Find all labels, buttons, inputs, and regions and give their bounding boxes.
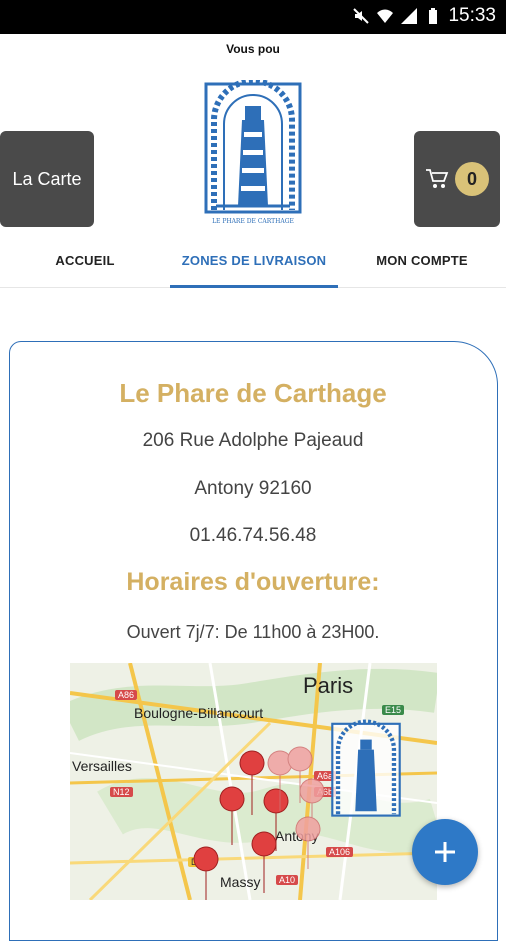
phone-line[interactable]: 01.46.74.56.48: [0, 525, 506, 547]
menu-card-button[interactable]: La Carte: [0, 131, 94, 227]
hours-line: Ouvert 7j/7: De 11h00 à 23H00.: [126, 622, 380, 642]
logo-text: LE PHARE DE CARTHAGE: [212, 218, 294, 225]
tab-zones-de-livraison[interactable]: ZONES DE LIVRAISON: [170, 232, 338, 288]
wifi-icon: [377, 9, 394, 23]
cart-count-badge: 0: [455, 162, 489, 196]
restaurant-name: Le Phare de Carthage: [119, 378, 387, 408]
mute-icon: [353, 8, 370, 24]
city-line: Antony 92160: [194, 478, 312, 499]
add-fab-button[interactable]: [412, 819, 478, 885]
plus-icon: [435, 842, 455, 862]
map-pins: [193, 746, 325, 900]
status-bar: 15:33: [0, 0, 506, 34]
status-icons: 15:33: [352, 5, 496, 27]
cart-icon: [426, 169, 449, 188]
cart-button[interactable]: 0: [414, 131, 500, 227]
hours-title: Horaires d'ouverture:: [126, 568, 380, 596]
map-pin-faded: [295, 816, 321, 870]
status-time: 15:33: [448, 5, 496, 26]
delivery-map[interactable]: Paris Boulogne-Billancourt Versailles An…: [70, 663, 437, 900]
announcement-ticker: Vous pou: [226, 42, 280, 56]
restaurant-logo: LE PHARE DE CARTHAGE: [204, 80, 302, 225]
tab-bar: ACCUEIL ZONES DE LIVRAISON MON COMPTE: [0, 232, 506, 288]
menu-card-label: La Carte: [12, 168, 82, 189]
address-line: 206 Rue Adolphe Pajeaud: [142, 430, 364, 451]
battery-icon: [429, 8, 438, 24]
tab-mon-compte[interactable]: MON COMPTE: [338, 232, 506, 288]
signal-icon: [401, 8, 418, 24]
map-pin: [219, 786, 245, 846]
map-pin: [239, 750, 265, 816]
map-pin: [193, 846, 219, 900]
active-tab-indicator: [170, 285, 338, 288]
map-pin: [251, 831, 277, 894]
tab-accueil[interactable]: ACCUEIL: [0, 232, 170, 288]
